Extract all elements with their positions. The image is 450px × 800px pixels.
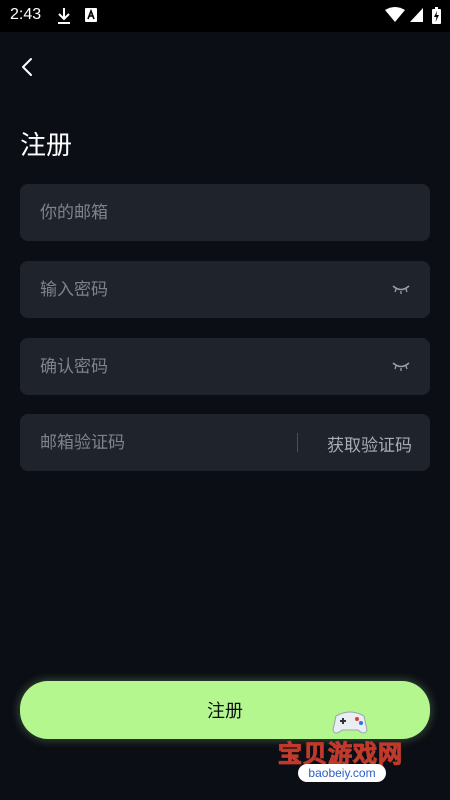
confirm-password-input[interactable] — [20, 338, 430, 395]
page-title: 注册 — [20, 131, 73, 161]
password-field[interactable] — [20, 261, 430, 318]
confirm-password-field[interactable] — [20, 338, 430, 395]
email-input[interactable] — [20, 184, 430, 241]
email-code-field[interactable]: 获取验证码 — [20, 414, 430, 471]
status-bar: 2:43 — [0, 0, 450, 32]
email-field[interactable] — [20, 184, 430, 241]
wifi-icon — [385, 7, 405, 22]
watermark: 宝贝游戏网 baobeiy.com — [272, 706, 447, 786]
password-input[interactable] — [20, 261, 430, 318]
register-button-label: 注册 — [207, 701, 243, 722]
back-button[interactable] — [12, 52, 42, 82]
watermark-url: baobeiy.com — [298, 764, 386, 782]
battery-charging-icon — [432, 7, 441, 24]
get-code-button[interactable]: 获取验证码 — [327, 431, 412, 456]
signal-icon — [410, 8, 423, 22]
status-time: 2:43 — [10, 6, 42, 23]
eye-closed-icon[interactable] — [392, 283, 410, 295]
eye-closed-icon[interactable] — [392, 360, 410, 372]
divider — [297, 433, 298, 452]
chevron-left-icon — [22, 58, 32, 76]
download-icon — [58, 8, 70, 24]
app-notification-icon — [85, 8, 97, 22]
